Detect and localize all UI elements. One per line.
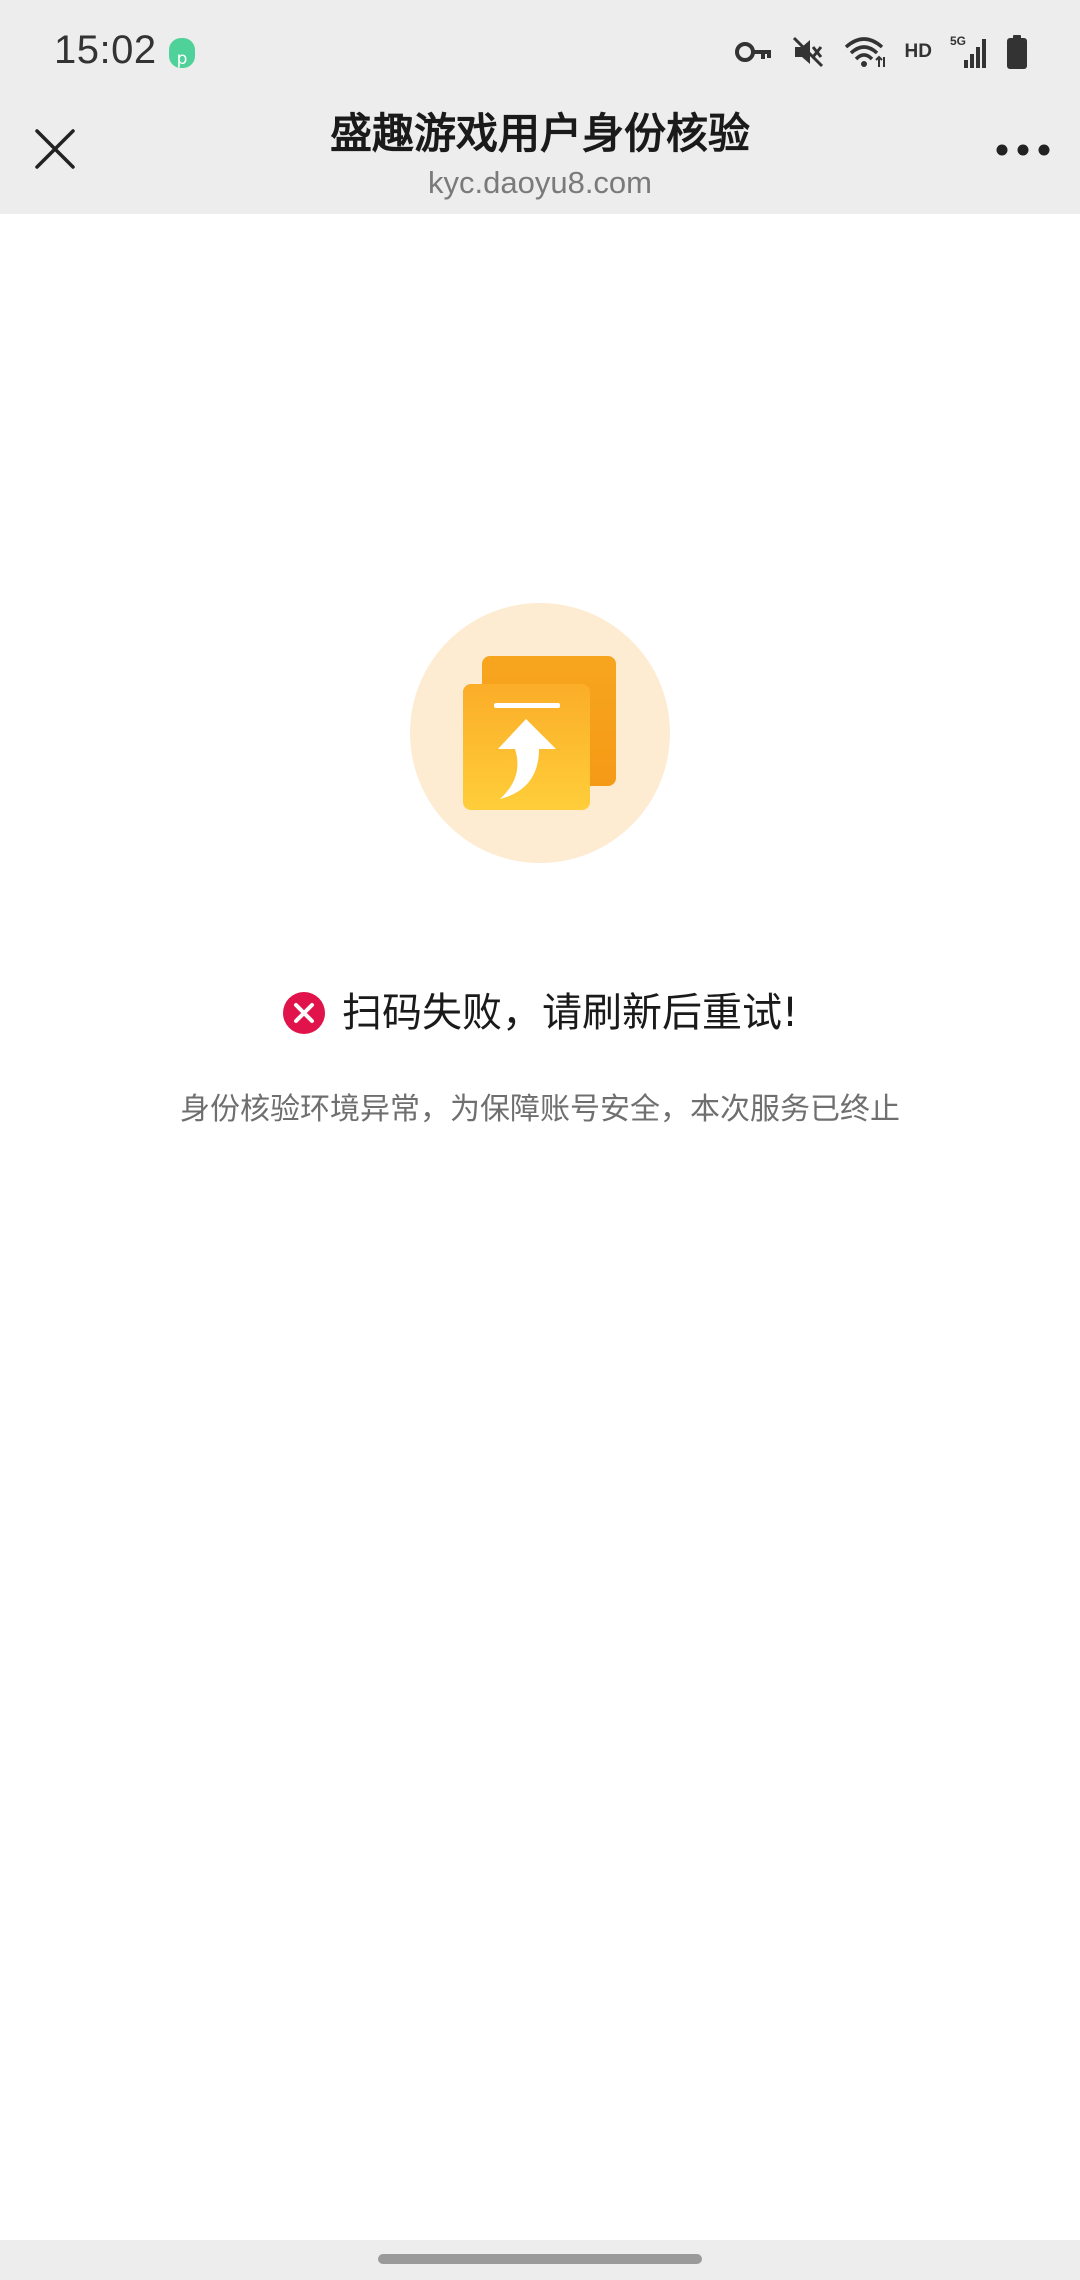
close-icon <box>35 129 75 169</box>
battery-icon <box>1007 35 1027 69</box>
error-detail: 身份核验环境异常，为保障账号安全，本次服务已终止 <box>180 1092 900 1127</box>
close-button[interactable] <box>24 118 86 180</box>
key-icon <box>734 42 771 62</box>
status-icons: HD 5G <box>734 30 1028 74</box>
mute-icon <box>792 36 823 68</box>
status-time: 15:02 <box>54 28 157 72</box>
error-message: 扫码失败，请刷新后重试! <box>341 990 799 1036</box>
svg-text:p: p <box>177 49 188 69</box>
page-url: kyc.daoyu8.com <box>428 165 652 200</box>
system-navigation-bar <box>0 2240 1080 2280</box>
error-icon <box>282 992 325 1034</box>
more-icon <box>996 144 1050 156</box>
error-message-row: 扫码失败，请刷新后重试! <box>0 978 1080 1048</box>
wifi-icon <box>844 37 885 67</box>
app-notification-icon: p <box>169 38 195 69</box>
page-title: 盛趣游戏用户身份核验 <box>329 109 750 158</box>
upload-document-icon <box>410 603 670 863</box>
hd-label: HD <box>904 41 932 62</box>
more-button[interactable] <box>988 120 1058 180</box>
home-indicator[interactable] <box>378 2254 702 2264</box>
nav-bar: 盛趣游戏用户身份核验 kyc.daoyu8.com <box>0 100 1080 214</box>
signal-icon: 5G <box>950 34 986 68</box>
network-label: 5G <box>950 34 966 48</box>
status-bar: 15:02 p HD 5G <box>0 0 1080 100</box>
